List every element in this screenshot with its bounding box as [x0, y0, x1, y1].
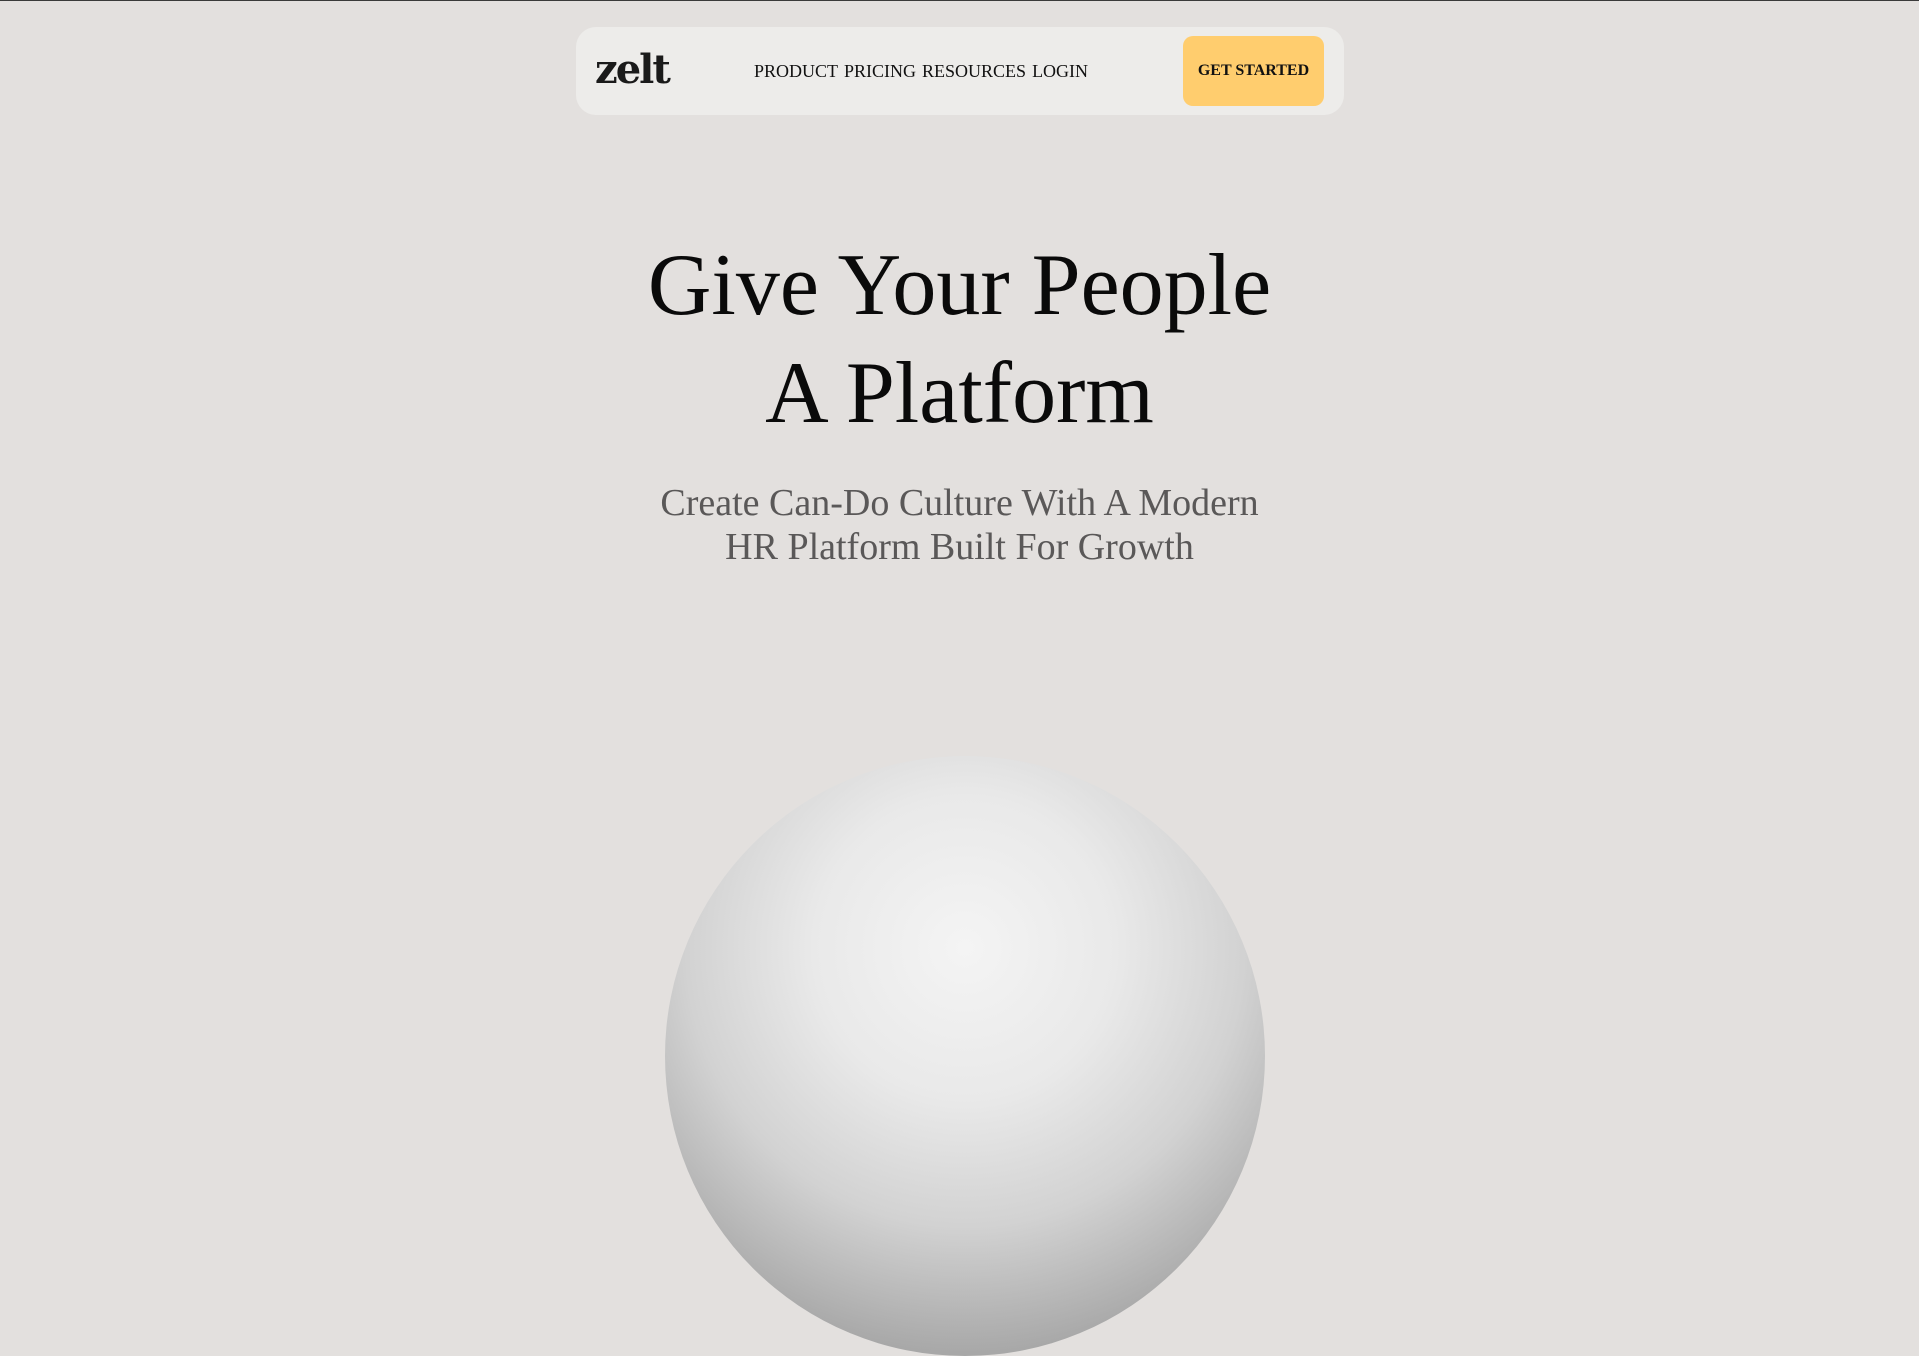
nav-links: PRODUCT PRICING RESOURCES LOGIN	[754, 59, 1088, 83]
nav-link-pricing[interactable]: PRICING	[844, 59, 916, 83]
hero-title: Give Your People A Platform	[0, 232, 1919, 448]
top-border	[0, 0, 1919, 1]
hero-title-line-2: A Platform	[765, 345, 1154, 442]
hero-sphere-image	[665, 756, 1265, 1356]
top-navbar: zelt PRODUCT PRICING RESOURCES LOGIN GET…	[576, 27, 1344, 115]
hero-subtitle: Create Can-Do Culture With A Modern HR P…	[0, 481, 1919, 569]
nav-link-resources[interactable]: RESOURCES	[922, 59, 1026, 83]
nav-link-product[interactable]: PRODUCT	[754, 59, 838, 83]
nav-link-login[interactable]: LOGIN	[1032, 59, 1088, 83]
hero-title-line-1: Give Your People	[647, 237, 1272, 334]
zelt-logo[interactable]: zelt	[595, 41, 671, 99]
hero-subtitle-line-1: Create Can-Do Culture With A Modern	[660, 482, 1259, 524]
get-started-button[interactable]: GET STARTED	[1183, 36, 1324, 106]
hero-subtitle-line-2: HR Platform Built For Growth	[725, 526, 1194, 568]
